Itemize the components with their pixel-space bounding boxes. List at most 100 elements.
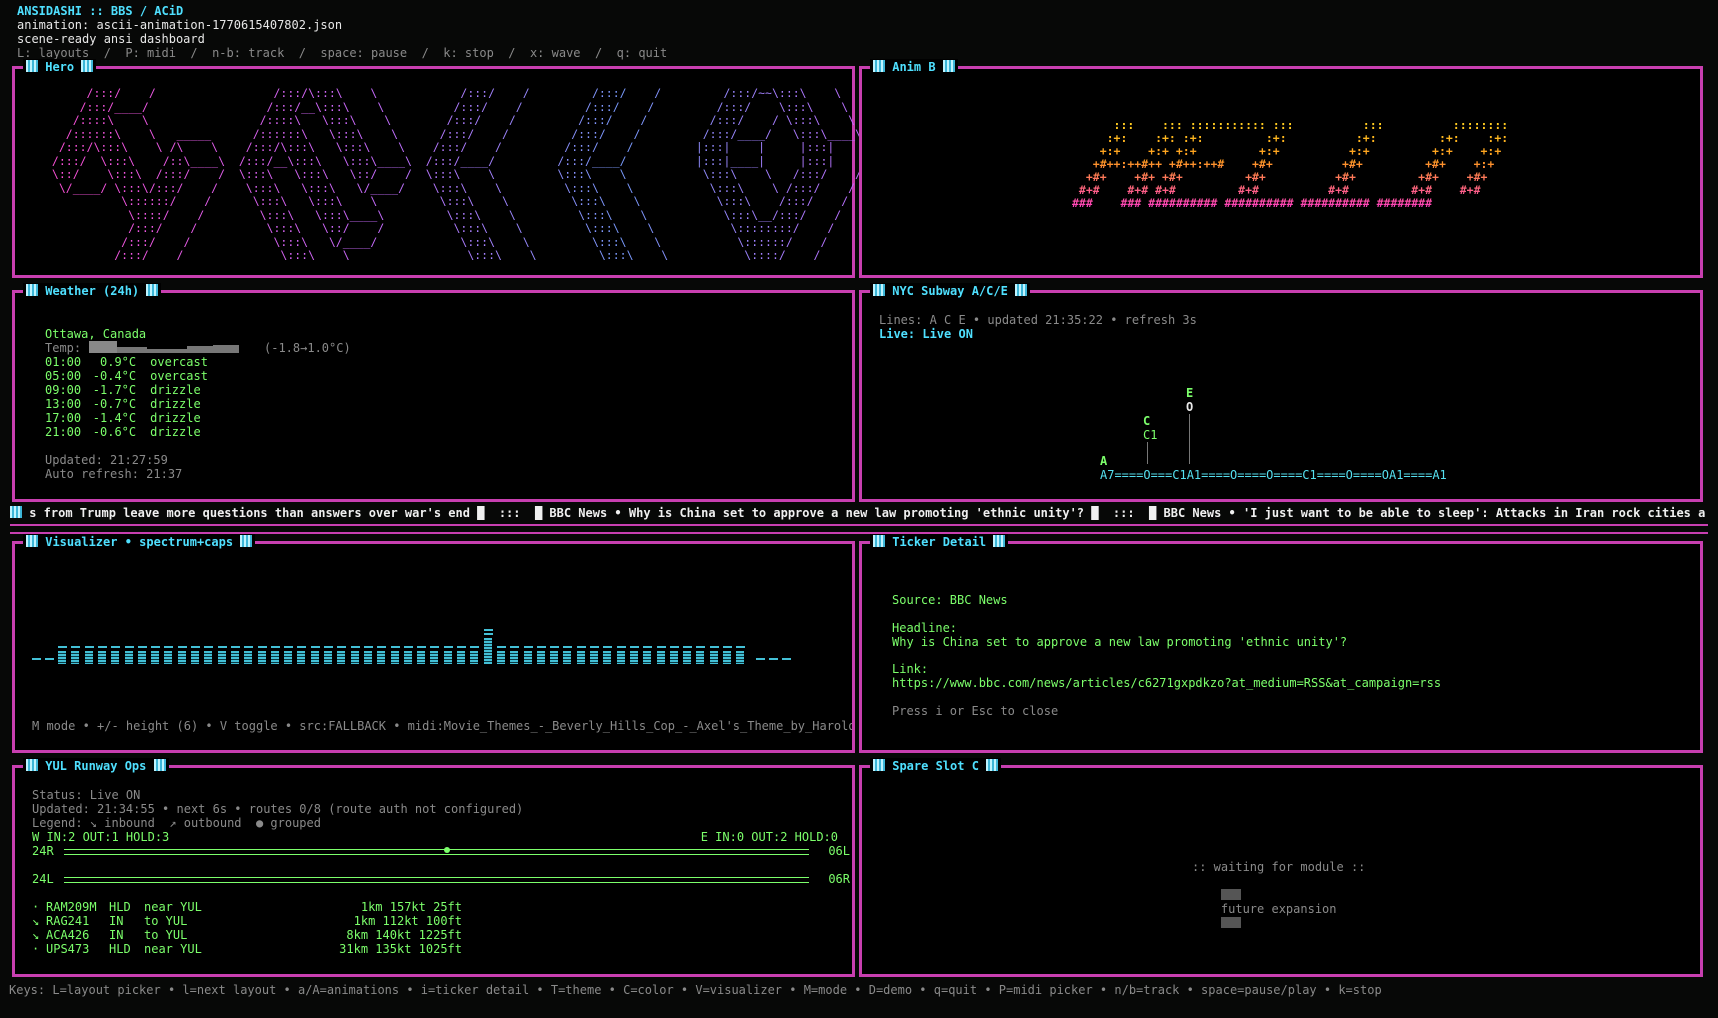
block-icon [873,759,885,771]
visualizer-footer: M mode • +/- height (6) • V toggle • src… [32,719,852,733]
flight-list: · RAM209M HLD near YUL 1km 157kt 25ft ↘ RAG241… [32,900,462,956]
spectrum-cap [204,646,214,648]
spectrum-cap [191,646,200,648]
flight-location: to YUL [144,914,188,928]
ticker-detail-headline: Why is China set to approve a new law pr… [892,635,1348,649]
flight-stats: 1km 157kt 25ft [360,900,462,914]
spectrum-bar [244,651,253,664]
forecast-time: 17:00 [45,411,82,425]
flight-stats: 1km 112kt 100ft [353,914,462,928]
spectrum-bar [417,651,426,664]
spectrum-cap [137,646,147,648]
weather-panel: Weather (24h) Ottawa, Canada Temp: (-1.8… [12,283,855,502]
block-icon [240,535,253,547]
spectrum-cap [71,646,81,648]
spectrum-bar [563,651,572,664]
spectrum-cap [536,646,546,648]
block-icon [873,284,885,296]
subway-panel: NYC Subway A/C/E Lines: A C E • updated … [859,283,1703,502]
forecast-row: 09:00 -1.7°C drizzle [45,383,208,397]
ticker-detail-link[interactable]: https://www.bbc.com/news/articles/c6271g… [892,676,1441,690]
spectrum-cap [550,646,560,648]
flight-callsign: ACA426 [46,928,90,942]
subway-track: A7====O===C1A1====O====O====C1====O====O… [1100,468,1447,482]
runway-west-counts: W IN:2 OUT:1 HOLD:3 [32,830,170,844]
runway-label: 24R [32,844,54,858]
flight-state: HLD [109,942,131,956]
spectrum-cap [683,646,693,648]
spectrum-cap [350,646,360,648]
spectrum-bar [58,651,66,664]
spectrum-bar [217,651,226,664]
spectrum-cap [390,646,400,648]
weather-panel-title: Weather (24h) [23,283,162,299]
forecast-temp: -1.4°C [92,411,137,425]
spare-slot-panel-title: Spare Slot C [870,758,1002,774]
forecast-time: 13:00 [45,397,82,411]
block-icon [146,284,159,296]
spectrum-cap [297,646,307,648]
spectrum-bar [510,651,519,664]
spectrum-bar [643,651,652,664]
spectrum-cap [257,646,267,648]
subway-branch-c [1147,442,1148,464]
spectrum-bar [696,651,705,664]
news-ticker[interactable]: s from Trump leave more questions than a… [10,506,1708,522]
spectrum-cap [430,646,440,648]
spectrum-cap [284,646,294,648]
block-icon [81,60,94,72]
spectrum-visualizer [32,614,852,664]
spectrum-cap [443,646,453,648]
subway-label-c: C [1143,414,1151,428]
spectrum-cap [696,646,706,648]
spectrum-bar [550,651,559,664]
shade-block-icon [1220,889,1241,900]
forecast-temp: 0.9°C [100,355,137,369]
spectrum-cap [337,646,347,648]
anim-b-panel: Anim B ::: ::: ::::::::::: ::: ::: :::::… [859,59,1703,278]
spectrum-cap [457,646,466,648]
spectrum-bar [337,651,346,664]
block-icon [10,506,22,518]
block-icon [26,284,38,296]
forecast-row: 01:00 0.9°C overcast [45,355,208,369]
spectrum-cap [656,646,666,648]
spare-slot-panel: Spare Slot C :: waiting for module :: fu… [859,758,1703,977]
spectrum-cap [576,646,586,648]
runway-status: Status: Live ON [32,788,141,802]
spectrum-bar [483,638,492,664]
block-icon [153,759,166,771]
subway-lines-info: Lines: A C E • updated 21:35:22 • refres… [879,313,1197,327]
spectrum-cap [483,629,493,631]
spectrum-cap [177,646,187,648]
spectrum-cap [151,646,161,648]
spectrum-cap [629,646,639,648]
spectrum-bar [324,651,332,664]
forecast-row: 13:00 -0.7°C drizzle [45,397,208,411]
ticker-divider [10,524,1708,534]
block-icon [26,759,38,771]
flight-row: ↘ ACA426 IN to YUL 8km 140kt 1225ft [32,928,462,942]
spectrum-bar [377,651,386,664]
spare-future-text: future expansion [1192,874,1337,944]
spectrum-cap [97,646,107,648]
spectrum-cap [244,646,254,648]
ticker-detail-close-hint: Press i or Esc to close [892,704,1059,718]
spectrum-cap [363,646,373,648]
spectrum-bar [736,651,745,664]
spectrum-cap [270,646,280,648]
shade-block-icon [1220,917,1241,928]
spectrum-cap [616,646,626,648]
forecast-condition: drizzle [150,425,201,439]
forecast-time: 21:00 [45,425,82,439]
anim-b-ascii-art: ::: ::: ::::::::::: ::: ::: :::::::: :+:… [1072,118,1509,210]
animation-name: animation: ascii-animation-1770615407802… [17,18,343,32]
forecast-time: 09:00 [45,383,82,397]
forecast-condition: drizzle [150,411,201,425]
spectrum-cap [736,646,746,648]
hero-panel: Hero /:::/ / /:::/\:::\ \ /:::/ / /:::/ … [12,59,869,278]
aircraft-marker [444,847,450,853]
spectrum-bar [457,651,465,664]
spectrum-cap [32,658,41,660]
forecast-row: 05:00 -0.4°C overcast [45,369,208,383]
